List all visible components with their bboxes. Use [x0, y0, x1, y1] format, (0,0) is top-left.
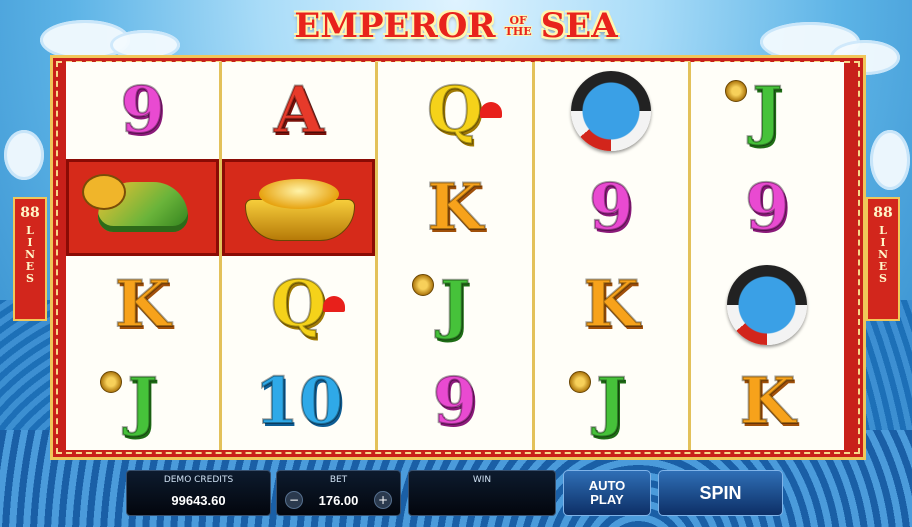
game-screen: EMPEROR OF THE SEA 88 LINES 88 LINES 9KJ… [0, 0, 912, 527]
koi-symbol-icon [571, 70, 652, 151]
card-symbol: Q [426, 72, 484, 148]
lines-count: 88 [20, 205, 40, 221]
reel-cell: J [66, 353, 219, 450]
reel-column: QKJ 9 [378, 62, 532, 450]
autoplay-label-line1: AUTO [588, 478, 626, 493]
lines-badge-right: 88 LINES [866, 197, 900, 321]
title-of-the: OF THE [505, 15, 532, 37]
reel-cell: K [66, 256, 219, 353]
lines-count: 88 [873, 205, 893, 221]
cloud-decoration [870, 130, 910, 190]
reel-cell [222, 159, 376, 256]
fan-icon [479, 102, 502, 118]
reels-area: 9 K J A Q 10 Q K J 9 9 K J J 9 K [66, 62, 845, 450]
reel-cell: 9 [378, 353, 531, 450]
reel-cell [66, 159, 220, 256]
reel-column: J 9 K [690, 62, 845, 450]
reel-cell: J [535, 353, 688, 450]
reel-cell: 9 [691, 159, 844, 256]
control-bar: DEMO CREDITS 99643.60 BET − 176.00 + WIN… [126, 470, 786, 516]
fan-icon [323, 296, 346, 312]
title-emperor: EMPEROR [294, 6, 496, 46]
card-symbol: J [595, 363, 627, 439]
lines-badge-left: 88 LINES [13, 197, 47, 321]
gold-ingot-symbol-icon [239, 173, 359, 243]
reel-cell: Q [378, 62, 531, 159]
credits-value: 99643.60 [171, 493, 226, 508]
reel-cell [535, 62, 688, 159]
reel-column: 9 KJ [534, 62, 688, 450]
card-symbol: J [751, 72, 783, 148]
coin-icon [724, 80, 747, 102]
coin-icon [412, 274, 435, 296]
card-symbol: 10 [253, 363, 344, 439]
bet-increase-button[interactable]: + [374, 491, 392, 509]
reel-cell: 9 [535, 159, 688, 256]
reel-cell [691, 256, 844, 353]
game-title: EMPEROR OF THE SEA [0, 6, 912, 46]
coin-icon [568, 371, 591, 393]
credits-label: DEMO CREDITS [163, 475, 234, 485]
reel-cell: Q [222, 256, 375, 353]
reel-cell: 9 [66, 62, 219, 159]
card-symbol: 9 [588, 169, 635, 245]
dragon-symbol-icon [78, 168, 208, 248]
card-symbol: Q [270, 266, 328, 342]
bet-panel: BET − 176.00 + [276, 470, 401, 516]
card-symbol: 9 [432, 363, 479, 439]
lines-label: LINES [23, 224, 37, 284]
reel-column: A Q 10 [222, 62, 376, 450]
reel-cell: K [378, 159, 531, 256]
credits-panel: DEMO CREDITS 99643.60 [126, 470, 271, 516]
reel-column: 9 KJ [66, 62, 220, 450]
coin-icon [100, 371, 122, 393]
spin-button[interactable]: SPIN [658, 470, 783, 516]
bet-label: BET [329, 475, 348, 485]
lines-label: LINES [876, 224, 890, 284]
win-panel: WIN [408, 470, 556, 516]
cloud-decoration [4, 130, 44, 180]
card-symbol: J [439, 266, 471, 342]
reel-cell: J [378, 256, 531, 353]
card-symbol: A [273, 72, 325, 148]
card-symbol: K [114, 266, 172, 342]
koi-symbol-icon [727, 264, 808, 345]
card-symbol: 9 [744, 169, 791, 245]
card-symbol: J [126, 363, 158, 439]
card-symbol: K [739, 363, 797, 439]
card-symbol: K [426, 169, 484, 245]
reel-cell: K [535, 256, 688, 353]
reel-cell: J [691, 62, 844, 159]
title-sea: SEA [540, 6, 618, 46]
win-label: WIN [472, 475, 492, 485]
card-symbol: 9 [119, 72, 166, 148]
reel-cell: 10 [222, 353, 375, 450]
card-symbol: K [582, 266, 640, 342]
title-the: THE [504, 25, 532, 38]
autoplay-button[interactable]: AUTO PLAY [563, 470, 651, 516]
reel-cell: K [691, 353, 844, 450]
autoplay-label-line2: PLAY [590, 492, 624, 507]
reel-cell: A [222, 62, 375, 159]
